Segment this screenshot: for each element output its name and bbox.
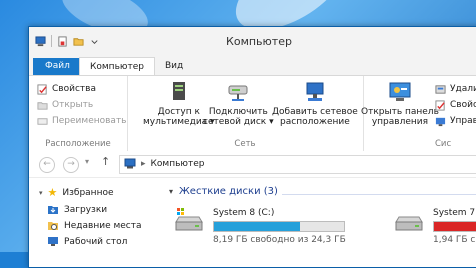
explorer-window: Компьютер Файл Компьютер Вид Свойства От… (28, 26, 476, 268)
nav-desktop-label: Рабочий стол (64, 236, 128, 247)
system-properties-label: Свойс (450, 100, 476, 110)
tab-view[interactable]: Вид (155, 57, 193, 75)
nav-item-favorites[interactable]: ▾ ★ Избранное (39, 186, 114, 199)
properties-check-icon (37, 83, 47, 95)
rename-button[interactable]: Переименовать (37, 114, 127, 128)
drive-free-space: 8,19 ГБ свободно из 24,3 ГБ (213, 235, 346, 245)
open-label: Открыть (52, 100, 94, 110)
open-cp-label-1: Открыть панель (361, 107, 439, 117)
open-button[interactable]: Открыть (37, 98, 93, 112)
desktop-icon (48, 237, 58, 246)
downloads-folder-icon (48, 206, 58, 214)
nav-item-recent[interactable]: Недавние места (47, 220, 142, 231)
map-drive-label-2: сетевой диск ▾ (203, 117, 274, 127)
add-location-label-1: Добавить сетевое (272, 107, 358, 117)
nav-favorites-label: Избранное (62, 187, 114, 198)
drive-usage-bar (213, 221, 345, 232)
network-drive-icon (228, 85, 248, 101)
network-location-icon (306, 82, 324, 101)
window-title: Компьютер (226, 35, 292, 48)
drive-usage-fill (434, 222, 476, 231)
media-server-icon (172, 82, 185, 100)
uninstall-button[interactable]: Удалит (435, 82, 476, 96)
system-properties-button[interactable]: Свойс (435, 98, 476, 112)
breadcrumb-separator-icon: ▸ (141, 158, 146, 169)
ribbon-tabs: Файл Компьютер Вид (29, 55, 476, 77)
drive-name: System 8 (C:) (213, 208, 275, 218)
drive-name: System 7 (D:) (433, 208, 476, 218)
section-divider (282, 194, 476, 195)
ribbon: Свойства Открыть Переименовать Расположе… (29, 75, 476, 153)
tab-computer[interactable]: Компьютер (79, 57, 155, 77)
open-cp-label-2: управления (371, 117, 429, 127)
recent-locations-icon[interactable]: ▾ (85, 157, 89, 166)
add-network-location-button[interactable]: Добавить сетевое расположение (272, 80, 358, 127)
open-control-panel-button[interactable]: Открыть панель управления (361, 80, 439, 127)
breadcrumb-computer[interactable]: Компьютер (151, 159, 205, 169)
computer-icon (124, 158, 136, 169)
map-network-drive-button[interactable]: Подключить сетевой диск ▾ (203, 80, 274, 127)
drive-usage-fill (214, 222, 301, 231)
group-network-label: Сеть (234, 139, 256, 149)
properties-button[interactable]: Свойства (37, 82, 96, 96)
nav-item-downloads[interactable]: Загрузки (47, 204, 107, 215)
rename-label: Переименовать (52, 116, 127, 126)
tab-file[interactable]: Файл (33, 58, 82, 75)
chevron-down-icon[interactable]: ▾ (39, 189, 43, 197)
open-folder-icon (37, 101, 48, 110)
address-field[interactable]: ▸ Компьютер (119, 155, 476, 174)
title-bar: Компьютер (29, 27, 476, 56)
manage-label: Управ (450, 116, 476, 126)
manage-button[interactable]: Управ (435, 114, 476, 128)
add-location-label-2: расположение (280, 117, 350, 127)
hard-drive-icon (175, 208, 203, 231)
group-location-label: Расположение (45, 139, 111, 149)
group-network: Доступ к мультимедиа ▾ Подключить сетево… (127, 76, 364, 152)
navigation-pane: ▾ ★ Избранное Загрузки Недавние места Ра… (29, 178, 154, 267)
group-system-label: Сис (435, 139, 452, 149)
section-title: Жесткие диски (3) (179, 186, 278, 197)
drive-usage-bar (433, 221, 476, 232)
rename-icon (37, 117, 48, 125)
content-pane: ▾ Жесткие диски (3) System 8 (C:) 8,19 Г… (157, 178, 476, 267)
map-drive-label-1: Подключить (208, 107, 268, 117)
nav-downloads-label: Загрузки (64, 204, 108, 215)
up-arrow-icon[interactable]: ↑ (101, 155, 110, 168)
recent-places-icon (48, 222, 58, 230)
nav-recent-label: Недавние места (64, 220, 142, 231)
properties-label: Свойства (52, 84, 96, 94)
group-location: Свойства Открыть Переименовать Расположе… (29, 76, 128, 152)
chevron-down-icon[interactable]: ▾ (169, 187, 173, 196)
group-system: Открыть панель управления Удалит Свойс У… (361, 76, 476, 152)
uninstall-icon (435, 84, 446, 94)
manage-icon (435, 117, 446, 126)
forward-button[interactable]: → (63, 157, 79, 173)
control-panel-icon (389, 82, 411, 101)
drive-free-space: 1,94 ГБ свобод (433, 235, 476, 245)
address-bar: ← → ▾ ↑ ▸ Компьютер (29, 151, 476, 178)
section-header[interactable]: ▾ Жесткие диски (3) (169, 186, 278, 197)
system-properties-icon (435, 99, 445, 111)
back-button[interactable]: ← (39, 157, 55, 173)
uninstall-label: Удалит (450, 84, 476, 94)
hard-drive-icon (395, 216, 423, 231)
nav-item-desktop[interactable]: Рабочий стол (47, 236, 127, 247)
star-icon: ★ (47, 186, 58, 199)
